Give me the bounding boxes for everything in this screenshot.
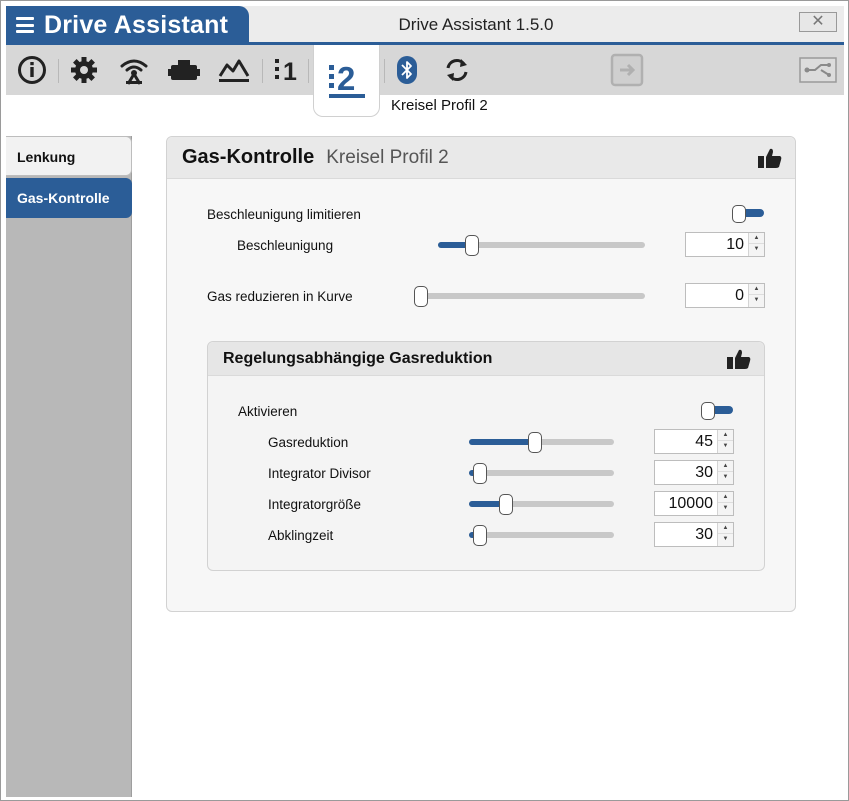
spin-up-icon[interactable]: ▲	[718, 461, 733, 472]
group-title: Regelungsabhängige Gasreduktion	[223, 349, 493, 367]
antenna-icon[interactable]	[117, 45, 151, 95]
accel-spinbox[interactable]: 10 ▲ ▼	[685, 232, 765, 257]
brand-menu-button[interactable]: Drive Assistant	[6, 6, 249, 44]
integrator-divisor-value: 30	[695, 464, 713, 481]
toolbar-separator	[308, 59, 309, 83]
integratorgroesse-spinbox[interactable]: 10000 ▲ ▼	[654, 491, 734, 516]
toolbar-separator	[262, 59, 263, 83]
sidebar-item-lenkung[interactable]: Lenkung	[6, 136, 132, 176]
accel-limit-label: Beschleunigung limitieren	[207, 207, 361, 222]
svg-text:1: 1	[283, 58, 297, 84]
integrator-divisor-spinbox[interactable]: 30 ▲ ▼	[654, 460, 734, 485]
curve-slider[interactable]	[414, 286, 645, 307]
toolbar-separator	[384, 59, 385, 83]
hamburger-icon	[16, 17, 34, 33]
bluetooth-icon[interactable]	[392, 45, 422, 95]
activate-label: Aktivieren	[238, 404, 298, 419]
abklingzeit-label: Abklingzeit	[268, 528, 334, 543]
gasreduktion-value: 45	[695, 433, 713, 450]
curve-value: 0	[735, 287, 744, 304]
svg-text:2: 2	[337, 61, 355, 97]
toolbar-separator	[58, 59, 59, 83]
spin-up-icon[interactable]: ▲	[718, 523, 733, 534]
spin-down-icon[interactable]: ▼	[718, 534, 733, 545]
profile-2-icon: 2	[328, 61, 365, 98]
slider-handle[interactable]	[465, 235, 480, 256]
integratorgroesse-slider[interactable]	[469, 494, 614, 515]
accel-label: Beschleunigung	[237, 238, 334, 253]
toolbar: 1	[6, 45, 844, 95]
spin-down-icon[interactable]: ▼	[718, 441, 733, 452]
card-title: Gas-Kontrolle	[182, 146, 315, 168]
active-profile-label: Kreisel Profil 2	[391, 97, 488, 114]
abklingzeit-slider[interactable]	[469, 525, 614, 546]
accel-slider[interactable]	[438, 235, 645, 256]
sidebar: Lenkung Gas-Kontrolle	[6, 136, 132, 797]
spin-up-icon[interactable]: ▲	[749, 233, 764, 244]
spin-down-icon[interactable]: ▼	[749, 295, 764, 306]
integratorgroesse-label: Integratorgröße	[268, 497, 362, 512]
gasreduktion-label: Gasreduktion	[268, 435, 349, 450]
brand-title: Drive Assistant	[44, 10, 229, 39]
import-icon[interactable]	[609, 45, 645, 95]
gasreduktion-spinbox[interactable]: 45 ▲ ▼	[654, 429, 734, 454]
profile-1-icon[interactable]: 1	[272, 45, 302, 95]
tab-profile-2[interactable]: 2	[313, 45, 380, 117]
connection-icon[interactable]	[798, 45, 838, 95]
slider-handle[interactable]	[499, 494, 514, 515]
slider-handle[interactable]	[414, 286, 428, 307]
close-button[interactable]: ✕	[799, 12, 837, 32]
gasreduktion-slider[interactable]	[469, 432, 614, 453]
spin-down-icon[interactable]: ▼	[749, 244, 764, 255]
thumbs-up-icon[interactable]	[757, 147, 783, 169]
spin-down-icon[interactable]: ▼	[718, 503, 733, 514]
gear-icon[interactable]	[68, 45, 100, 95]
window-title: Drive Assistant 1.5.0	[398, 15, 554, 34]
integratorgroesse-value: 10000	[668, 495, 714, 512]
abklingzeit-value: 30	[695, 526, 713, 543]
title-bar: Drive Assistant Drive Assistant 1.5.0 ✕	[6, 6, 844, 44]
abklingzeit-spinbox[interactable]: 30 ▲ ▼	[654, 522, 734, 547]
sync-icon[interactable]	[442, 45, 472, 95]
spin-up-icon[interactable]: ▲	[718, 430, 733, 441]
card-subtitle: Kreisel Profil 2	[326, 146, 449, 168]
slider-handle[interactable]	[527, 432, 542, 453]
motor-icon[interactable]	[167, 45, 201, 95]
chart-icon[interactable]	[217, 45, 251, 95]
spin-down-icon[interactable]: ▼	[718, 472, 733, 483]
info-icon[interactable]	[16, 45, 48, 95]
spin-up-icon[interactable]: ▲	[718, 492, 733, 503]
accel-value: 10	[726, 236, 744, 253]
slider-handle[interactable]	[472, 525, 487, 546]
integrator-divisor-slider[interactable]	[469, 463, 614, 484]
accel-limit-toggle[interactable]	[732, 205, 764, 223]
integrator-divisor-label: Integrator Divisor	[268, 466, 371, 481]
curve-label: Gas reduzieren in Kurve	[207, 289, 353, 304]
group-header: Regelungsabhängige Gasreduktion	[208, 342, 764, 376]
curve-spinbox[interactable]: 0 ▲ ▼	[685, 283, 765, 308]
app-window: Drive Assistant Drive Assistant 1.5.0 ✕ …	[0, 0, 849, 801]
slider-handle[interactable]	[472, 463, 487, 484]
card-header: Gas-Kontrolle Kreisel Profil 2	[167, 137, 795, 179]
sidebar-item-gas-kontrolle[interactable]: Gas-Kontrolle	[6, 178, 132, 218]
spin-up-icon[interactable]: ▲	[749, 284, 764, 295]
activate-toggle[interactable]	[701, 402, 733, 420]
thumbs-up-icon[interactable]	[726, 348, 752, 370]
